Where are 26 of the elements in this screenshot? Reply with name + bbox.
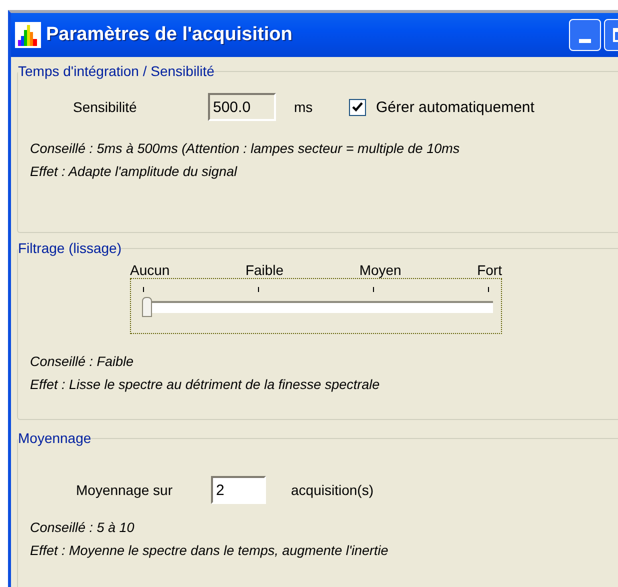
minimize-button[interactable] [569,19,601,51]
hint-text: Conseillé : 5ms à 500ms (Attention : lampes secteur = multiple de 10ms [30,141,461,156]
averaging-field[interactable]: 2 [211,476,266,504]
unit-label: acquisition(s) [291,482,374,498]
tick-label: Aucun [130,262,170,278]
tick-label: Faible [245,262,284,278]
group-title: Temps d'intégration / Sensibilité [18,63,214,79]
sensitivity-label: Sensibilité [73,99,138,115]
minimize-icon [579,39,591,43]
tick-label: Moyen [359,262,402,278]
auto-checkbox[interactable]: Gérer automatiquement [349,98,534,116]
hint-text: Effet : Lisse le spectre au détriment de la finesse spectrale [30,377,381,392]
averaging-label: Moyennage sur [76,482,174,498]
smoothing-slider[interactable] [130,278,502,334]
checkbox-icon[interactable] [349,98,366,116]
unit-label: ms [294,99,314,115]
hint-text: Conseillé : Faible [30,354,135,369]
group-title: Moyennage [18,430,92,446]
hint-text: Effet : Adapte l'amplitude du signal [30,164,238,179]
hint-text: Conseillé : 5 à 10 [30,520,136,535]
tick-label: Fort [477,262,502,278]
hint-text: Effet : Moyenne le spectre dans le temps, augmente l'inertie [30,543,390,558]
group-title: Filtrage (lissage) [18,240,122,256]
slider-thumb[interactable] [142,297,152,317]
spectrum-icon [15,22,41,48]
window-title: Paramètres de l'acquisition [46,24,292,46]
